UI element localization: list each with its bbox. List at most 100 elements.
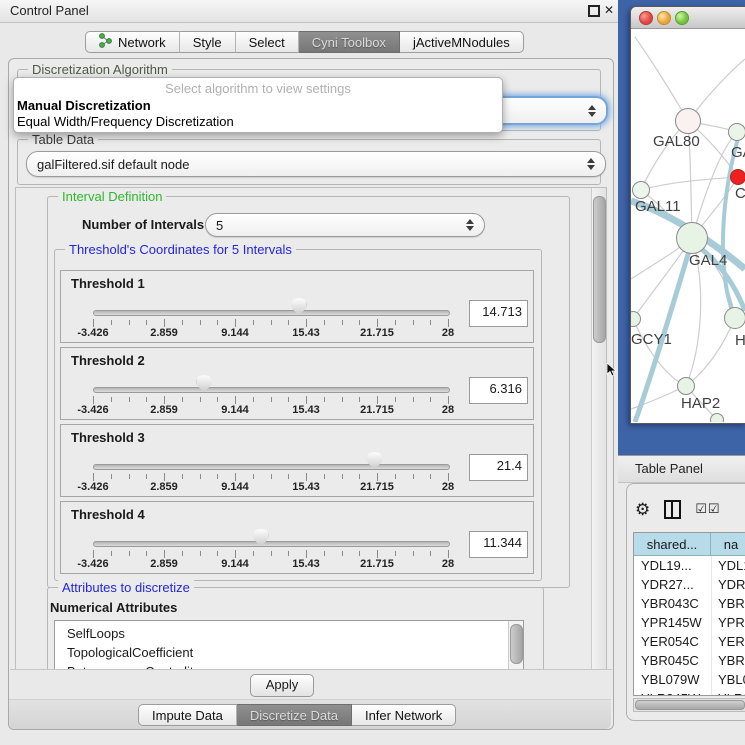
cell-name[interactable]: YLR3	[711, 689, 745, 696]
popup-option-manual-discretization[interactable]: Manual Discretization	[14, 98, 502, 114]
threshold-2-value-field[interactable]: 6.316	[469, 377, 528, 404]
table-row[interactable]: YBR043CYBR0	[634, 594, 745, 613]
network-node[interactable]	[675, 108, 701, 134]
cell-name[interactable]: YER0	[711, 632, 745, 651]
list-item[interactable]: TopologicalCoefficient	[55, 643, 523, 662]
cell-name[interactable]: YPR1	[711, 613, 745, 632]
settings-scrollbar[interactable]	[591, 188, 606, 670]
cell-shared-name[interactable]: YBR043C	[634, 594, 711, 613]
tick-mark	[377, 319, 378, 327]
threshold-1-value-field[interactable]: 14.713	[469, 300, 528, 327]
tick-mark	[235, 396, 236, 404]
network-node[interactable]	[676, 222, 708, 254]
table-horizontal-scrollbar[interactable]	[633, 698, 745, 712]
number-of-intervals-combobox[interactable]: 5	[205, 213, 485, 237]
cell-shared-name[interactable]: YDL19...	[634, 556, 711, 575]
float-icon[interactable]	[588, 5, 600, 17]
column-header-name[interactable]: na	[711, 533, 745, 555]
cell-shared-name[interactable]: YER054C	[634, 632, 711, 651]
tick-label: 28	[442, 404, 454, 416]
tick-mark	[271, 474, 272, 479]
tick-label: 2.859	[150, 481, 178, 493]
table-row[interactable]: YPR145WYPR1	[634, 613, 745, 632]
tab-infer-network[interactable]: Infer Network	[352, 704, 456, 726]
tick-mark	[182, 474, 183, 479]
slider-thumb[interactable]	[253, 529, 268, 546]
network-node[interactable]	[632, 181, 650, 199]
tab-select[interactable]: Select	[236, 31, 299, 53]
tick-mark	[164, 396, 165, 404]
tick-label: 9.144	[221, 404, 249, 416]
table-scrollbar-thumb[interactable]	[635, 700, 745, 710]
popup-option-equal-width[interactable]: Equal Width/Frequency Discretization	[14, 114, 502, 130]
node-label: GAL11	[635, 198, 681, 215]
cell-name[interactable]: YDL1	[711, 556, 745, 575]
tick-mark	[217, 320, 218, 325]
table-row[interactable]: YDR27...YDR2	[634, 575, 745, 594]
node-label: GAL4	[689, 252, 727, 269]
tab-label: Infer Network	[365, 708, 442, 723]
tick-label: -3.426	[77, 327, 108, 339]
cell-name[interactable]: YBR0	[711, 594, 745, 613]
cell-name[interactable]: YBR0	[711, 651, 745, 670]
threshold-4-slider[interactable]	[93, 541, 450, 547]
close-traffic-light-icon[interactable]	[639, 11, 653, 25]
threshold-3-value-field[interactable]: 21.4	[469, 454, 528, 481]
column-header-shared-name[interactable]: shared...	[634, 533, 711, 555]
tick-mark	[306, 473, 307, 481]
table-row[interactable]: YLR345WYLR3	[634, 689, 745, 696]
threshold-1-slider[interactable]	[93, 310, 450, 316]
slider-thumb[interactable]	[367, 452, 382, 469]
minimize-traffic-light-icon[interactable]	[657, 11, 671, 25]
network-node[interactable]	[724, 307, 745, 329]
settings-scrollbar-thumb[interactable]	[593, 196, 606, 343]
columns-icon[interactable]	[664, 500, 681, 519]
slider-thumb[interactable]	[197, 375, 212, 392]
cell-name[interactable]: YBL0	[711, 670, 745, 689]
tab-jactivemnodules[interactable]: jActiveMNodules	[400, 31, 524, 53]
close-icon[interactable]: ✕	[604, 3, 614, 17]
tab-style[interactable]: Style	[180, 31, 236, 53]
network-node[interactable]	[728, 123, 745, 141]
slider-ticks	[93, 319, 448, 327]
network-node[interactable]	[677, 377, 695, 395]
threshold-1-panel: Threshold 1 -3.4262.8599.14415.4321.7152…	[60, 270, 534, 343]
table-row[interactable]: YER054CYER0	[634, 632, 745, 651]
network-node[interactable]	[730, 169, 745, 185]
cell-shared-name[interactable]: YBR045C	[634, 651, 711, 670]
slider-thumb[interactable]	[291, 298, 306, 315]
tab-discretize-data[interactable]: Discretize Data	[237, 704, 352, 726]
list-item[interactable]: SelfLoops	[55, 624, 523, 643]
tick-mark	[111, 474, 112, 479]
cell-name[interactable]: YDR2	[711, 575, 745, 594]
cell-shared-name[interactable]: YBL079W	[634, 670, 711, 689]
tick-mark	[200, 320, 201, 325]
table-data-combobox[interactable]: galFiltered.sif default node	[26, 151, 606, 177]
gear-icon[interactable]: ⚙	[635, 501, 650, 518]
screen: Control Panel ✕ Network Style	[0, 0, 745, 745]
tick-mark	[377, 473, 378, 481]
tab-impute-data[interactable]: Impute Data	[138, 704, 237, 726]
tab-cyni-toolbox[interactable]: Cyni Toolbox	[299, 31, 400, 53]
threshold-3-slider[interactable]	[93, 464, 450, 470]
checkbox-icons[interactable]: ☑☑	[695, 501, 720, 517]
tick-mark	[413, 397, 414, 402]
threshold-4-value-field[interactable]: 11.344	[469, 531, 528, 558]
threshold-2-slider[interactable]	[93, 387, 450, 393]
cell-shared-name[interactable]: YPR145W	[634, 613, 711, 632]
zoom-traffic-light-icon[interactable]	[675, 11, 689, 25]
list-scrollbar-thumb[interactable]	[510, 624, 523, 664]
cell-shared-name[interactable]: YLR345W	[634, 689, 711, 696]
tab-network[interactable]: Network	[85, 31, 180, 53]
cell-shared-name[interactable]: YDR27...	[634, 575, 711, 594]
table-row[interactable]: YDL19...YDL1	[634, 556, 745, 575]
list-scrollbar[interactable]	[508, 621, 523, 671]
tick-mark	[111, 551, 112, 556]
apply-button[interactable]: Apply	[250, 674, 314, 697]
table-row[interactable]: YBR045CYBR0	[634, 651, 745, 670]
table-panel-body: ⚙ ☑☑ shared... na YDL19...YDL1YDR27...YD…	[626, 483, 745, 721]
network-canvas[interactable]: GAL80GACGAL11GAL4GCY1HHAP2	[631, 29, 745, 422]
tick-mark	[288, 320, 289, 325]
table-row[interactable]: YBL079WYBL0	[634, 670, 745, 689]
network-node[interactable]	[710, 413, 724, 422]
